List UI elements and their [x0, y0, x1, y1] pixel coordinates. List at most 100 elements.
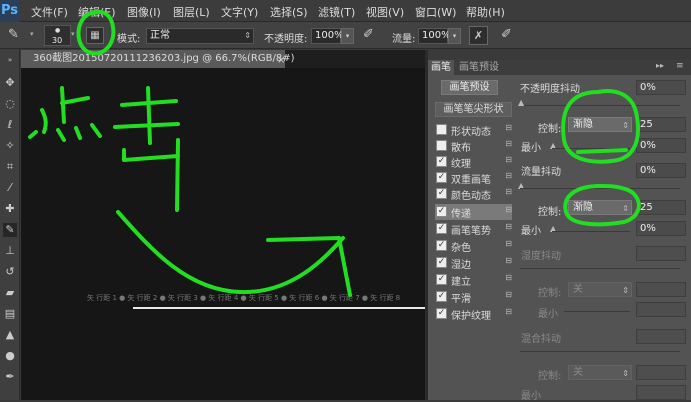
marquee-tool-icon[interactable]: ◌: [3, 97, 17, 111]
menu-image[interactable]: 图像(I): [127, 4, 161, 20]
checkbox[interactable]: ✓: [436, 257, 447, 268]
opacity-label: 不透明度:: [264, 34, 308, 45]
document-tab[interactable]: 360截图20150720111236203.jpg @ 66.7%(RGB/8…: [21, 50, 295, 68]
control-label: 控制:: [538, 371, 562, 382]
dodge-tool-icon[interactable]: ●: [3, 349, 17, 363]
lasso-tool-icon[interactable]: ℓ: [3, 118, 17, 132]
minimum-slider[interactable]: [552, 231, 630, 232]
brush-option-row[interactable]: ✓ 双重画笔 ⊟: [435, 170, 512, 186]
brush-option-row[interactable]: ✓ 颜色动态 ⊟: [435, 186, 512, 202]
menu-window[interactable]: 窗口(W): [415, 4, 456, 20]
minimum-value[interactable]: 0%: [636, 221, 686, 236]
brush-presets-button[interactable]: 画笔预设: [441, 80, 498, 95]
menu-select[interactable]: 选择(S): [270, 4, 308, 20]
opacity-input[interactable]: 100%: [311, 28, 344, 44]
eyedropper-tool-icon[interactable]: ⁄: [3, 181, 17, 195]
checkbox[interactable]: ✓: [436, 172, 447, 183]
brush-option-row[interactable]: ✓ 杂色 ⊟: [435, 238, 512, 254]
blur-tool-icon[interactable]: ▲: [3, 328, 17, 342]
flow-dropdown-icon[interactable]: ▾: [448, 28, 461, 44]
checkbox[interactable]: ✓: [436, 156, 447, 167]
brush-option-row[interactable]: ✓ 湿边 ⊟: [435, 255, 512, 271]
tab-brush[interactable]: 画笔: [428, 60, 454, 75]
menu-file[interactable]: 文件(F): [31, 4, 68, 20]
menu-filter[interactable]: 滤镜(T): [318, 4, 355, 20]
opacity-dropdown-icon[interactable]: ▾: [341, 28, 354, 44]
checkbox[interactable]: [436, 140, 447, 151]
airbrush-icon[interactable]: ✗: [469, 26, 488, 45]
tab-brush-presets[interactable]: 画笔预设: [456, 60, 502, 75]
minimum-value[interactable]: 0%: [636, 138, 686, 153]
flow-input[interactable]: 100%: [418, 28, 451, 44]
checkbox[interactable]: ✓: [436, 188, 447, 199]
checkbox[interactable]: ✓: [436, 274, 447, 285]
menu-type[interactable]: 文字(Y): [221, 4, 258, 20]
brush-tool-icon[interactable]: ✎: [3, 223, 17, 237]
lock-icon[interactable]: ⊟: [505, 139, 512, 148]
brush-option-row[interactable]: ✓ 平滑 ⊟: [435, 289, 512, 305]
pen-tool-icon[interactable]: ✒: [3, 370, 17, 384]
menu-layer[interactable]: 图层(L): [173, 4, 210, 20]
fade-steps-input[interactable]: 25: [636, 200, 686, 215]
checkbox[interactable]: ✓: [436, 223, 447, 234]
checkbox[interactable]: [436, 124, 447, 135]
lock-icon[interactable]: ⊟: [505, 239, 512, 248]
chevron-down-icon[interactable]: ▾: [71, 30, 75, 38]
slider-handle-icon[interactable]: ▲: [518, 98, 524, 107]
opacity-jitter-slider[interactable]: [520, 105, 680, 106]
quick-select-tool-icon[interactable]: ✧: [3, 139, 17, 153]
brush-panel-toggle-icon[interactable]: ▦: [86, 27, 104, 44]
brush-option-row-selected[interactable]: ✓ 传递 ⊟: [435, 204, 512, 220]
canvas[interactable]: 矢 行距 1 ● 矢 行距 2 ● 矢 行距 3 ● 矢 行距 4 ● 矢 行距…: [21, 68, 425, 400]
panel-menu-icon[interactable]: ≡: [676, 61, 684, 71]
lock-icon[interactable]: ⊟: [505, 256, 512, 265]
pressure-opacity-icon[interactable]: ✐: [363, 27, 374, 42]
menu-help[interactable]: 帮助(H): [466, 4, 505, 20]
brush-option-row[interactable]: ✓ 纹理 ⊟: [435, 154, 512, 170]
menu-view[interactable]: 视图(V): [366, 4, 404, 20]
control-select[interactable]: 渐隐 ⇕: [568, 117, 632, 132]
lock-icon[interactable]: ⊟: [505, 273, 512, 282]
flow-jitter-value[interactable]: 0%: [636, 163, 686, 178]
clone-stamp-tool-icon[interactable]: ⊥: [3, 244, 17, 258]
menu-edit[interactable]: 编辑(E): [78, 4, 116, 20]
flow-jitter-slider[interactable]: [520, 188, 680, 189]
chevron-down-icon[interactable]: ▾: [30, 30, 34, 38]
lock-icon[interactable]: ⊟: [505, 222, 512, 231]
brush-option-row[interactable]: ✓ 建立 ⊟: [435, 272, 512, 288]
panel-dock-header: [428, 50, 691, 60]
lock-icon[interactable]: ⊟: [505, 171, 512, 180]
lock-icon[interactable]: ⊟: [505, 155, 512, 164]
brush-tip-shape-item[interactable]: 画笔笔尖形状: [435, 102, 512, 117]
collapse-icon[interactable]: »: [3, 53, 17, 67]
minimum-slider[interactable]: [552, 148, 630, 149]
checkbox[interactable]: ✓: [436, 308, 447, 319]
lock-icon[interactable]: ⊟: [505, 187, 512, 196]
healing-tool-icon[interactable]: ✚: [3, 202, 17, 216]
brush-option-row[interactable]: 形状动态 ⊟: [435, 122, 512, 138]
history-brush-tool-icon[interactable]: ↺: [3, 265, 17, 279]
minimum-label: 最小: [521, 226, 541, 237]
pressure-size-icon[interactable]: ✐: [501, 27, 512, 42]
lock-icon[interactable]: ⊟: [505, 290, 512, 299]
brush-tool-icon[interactable]: ✎: [8, 27, 19, 42]
lock-icon[interactable]: ⊟: [505, 307, 512, 316]
control-select[interactable]: 渐隐 ⇕: [568, 200, 632, 215]
checkbox[interactable]: ✓: [436, 291, 447, 302]
mode-select[interactable]: 正常 ⇕: [146, 28, 254, 44]
lock-icon[interactable]: ⊟: [505, 123, 512, 132]
gradient-tool-icon[interactable]: ▤: [3, 307, 17, 321]
eraser-tool-icon[interactable]: ▰: [3, 286, 17, 300]
brush-option-row[interactable]: 散布 ⊟: [435, 138, 512, 154]
brush-option-row[interactable]: ✓ 画笔笔势 ⊟: [435, 221, 512, 237]
brush-preset-picker[interactable]: ● 30: [44, 25, 71, 46]
move-tool-icon[interactable]: ✥: [3, 76, 17, 90]
lock-icon[interactable]: ⊟: [505, 205, 512, 214]
expand-icon[interactable]: ▸▸: [656, 61, 664, 70]
brush-option-row[interactable]: ✓ 保护纹理 ⊟: [435, 306, 512, 322]
checkbox[interactable]: ✓: [436, 206, 447, 217]
fade-steps-input[interactable]: 25: [636, 117, 686, 132]
opacity-jitter-value[interactable]: 0%: [636, 80, 686, 95]
checkbox[interactable]: ✓: [436, 240, 447, 251]
crop-tool-icon[interactable]: ⌗: [3, 160, 17, 174]
